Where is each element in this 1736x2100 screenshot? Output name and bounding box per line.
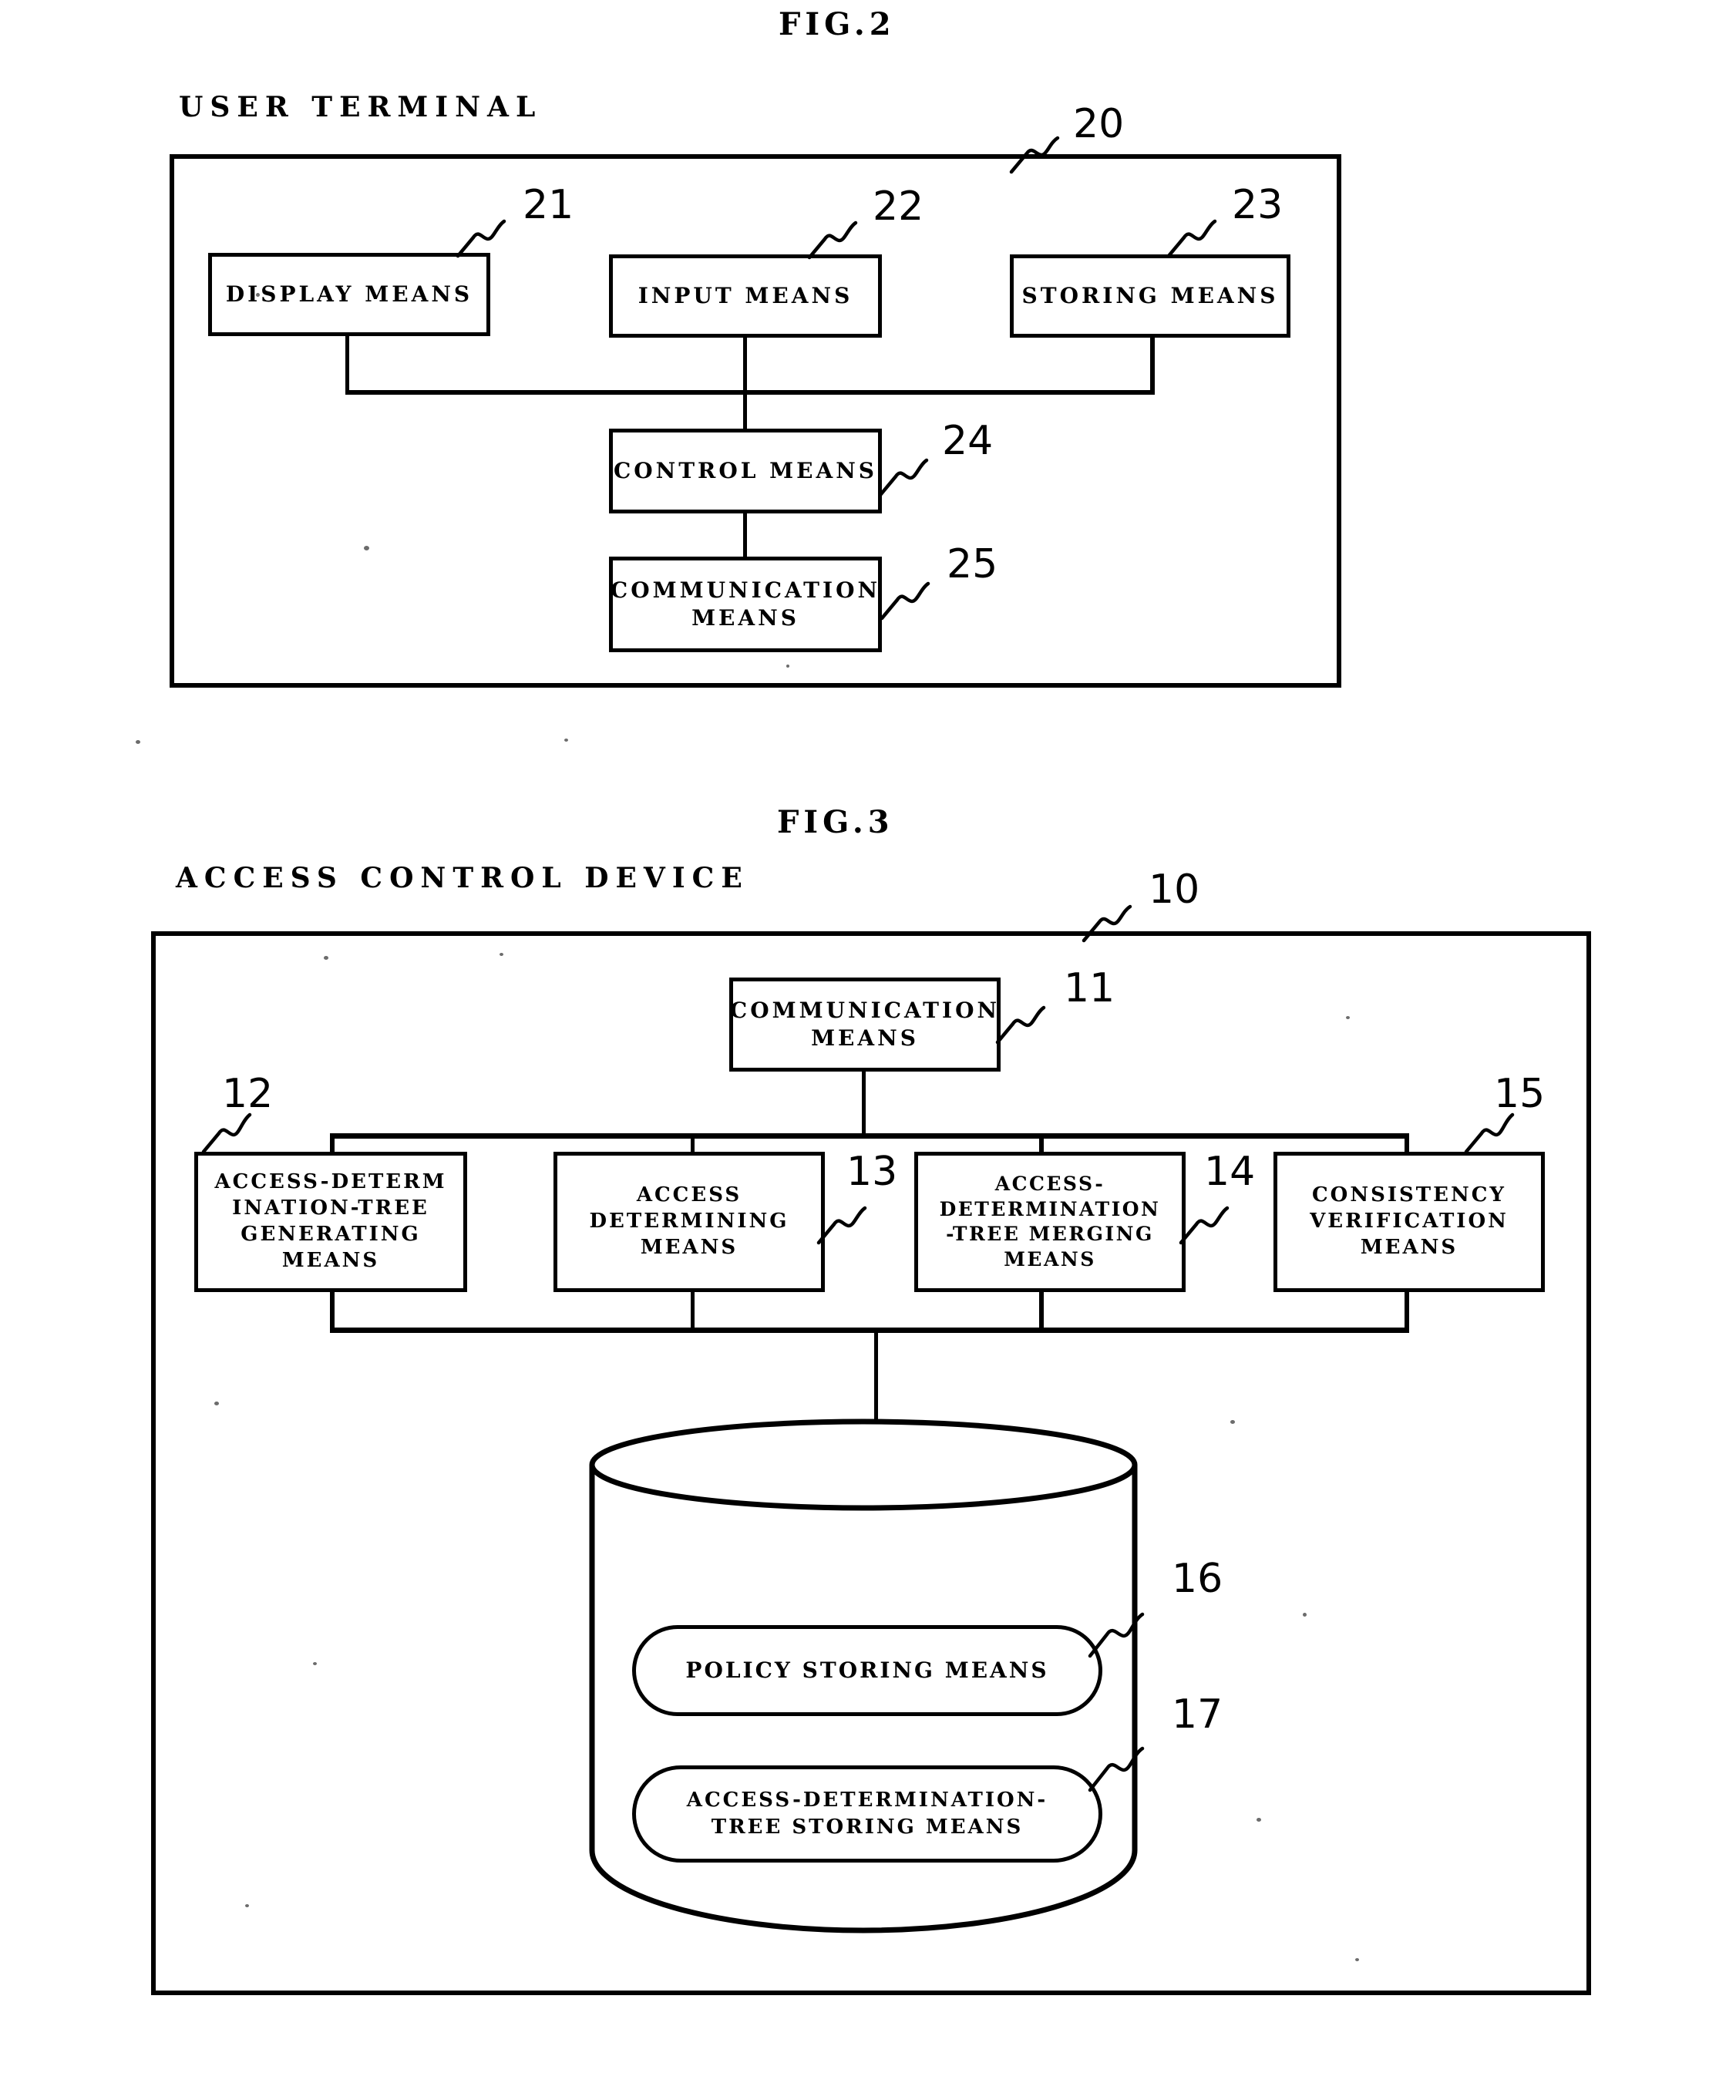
- scan-speckle: [136, 740, 140, 744]
- fig2-wire-display-stub: [345, 336, 349, 393]
- fig2-wire-input-to-control: [743, 338, 747, 430]
- scan-speckle: [324, 956, 328, 960]
- ref-number-25: 25: [947, 541, 998, 587]
- leader-line-10: [1082, 904, 1159, 943]
- ref-number-16: 16: [1172, 1556, 1223, 1602]
- fig2-title: FIG.2: [779, 6, 896, 42]
- leader-line-24: [878, 456, 956, 497]
- fig2-wire-control-to-communication: [743, 512, 747, 558]
- fig2-box-input-means: INPUT MEANS: [609, 254, 882, 338]
- scan-speckle: [786, 665, 789, 668]
- scan-speckle: [1303, 1613, 1307, 1617]
- fig3-wire-bottom-bus: [330, 1328, 1409, 1333]
- leader-line-13: [816, 1204, 894, 1245]
- fig3-wire-up-12: [330, 1292, 335, 1331]
- fig3-pill-access-determination-tree-storing-means: ACCESS-DETERMINATION- TREE STORING MEANS: [632, 1765, 1102, 1863]
- scan-speckle: [364, 546, 369, 550]
- fig3-caption: ACCESS CONTROL DEVICE: [176, 862, 749, 894]
- leader-line-23: [1166, 217, 1244, 258]
- fig3-box-access-determination-tree-generating-means: ACCESS-DETERM INATION-TREE GENERATING ME…: [194, 1152, 467, 1292]
- scan-speckle: [214, 1402, 219, 1405]
- fig2-box-storing-means: STORING MEANS: [1010, 254, 1290, 338]
- fig3-wire-comm-to-topbus: [862, 1072, 866, 1136]
- scan-speckle: [256, 293, 260, 297]
- scan-speckle: [564, 739, 568, 742]
- scan-speckle: [1257, 1818, 1261, 1822]
- ref-number-14: 14: [1204, 1149, 1256, 1195]
- fig2-wire-storing-stub: [1150, 338, 1155, 393]
- fig3-box-access-determination-tree-merging-means: ACCESS- DETERMINATION -TREE MERGING MEAN…: [914, 1152, 1186, 1292]
- ref-number-13: 13: [846, 1149, 898, 1195]
- leader-line-25: [880, 580, 957, 621]
- leader-line-15: [1464, 1110, 1542, 1154]
- fig2-box-control-means: CONTROL MEANS: [609, 429, 882, 513]
- fig3-title: FIG.3: [777, 804, 894, 840]
- fig3-wire-up-15: [1405, 1292, 1409, 1331]
- scan-speckle: [1230, 1420, 1235, 1424]
- scan-speckle: [1355, 1958, 1359, 1961]
- scan-speckle: [1346, 1016, 1350, 1019]
- ref-number-17: 17: [1172, 1691, 1223, 1738]
- fig3-box-access-determining-means: ACCESS DETERMINING MEANS: [553, 1152, 825, 1292]
- scan-speckle: [313, 1662, 317, 1665]
- fig3-wire-up-13: [691, 1292, 695, 1331]
- fig2-caption: USER TERMINAL: [179, 91, 543, 123]
- patent-drawing-sheet: FIG.2 USER TERMINAL 20 DISPLAY MEANS 21 …: [0, 0, 1736, 2100]
- leader-line-20: [1009, 135, 1087, 174]
- leader-line-12: [201, 1110, 279, 1154]
- fig3-wire-up-14: [1039, 1292, 1044, 1331]
- leader-line-17: [1088, 1744, 1181, 1792]
- fig2-box-communication-means: COMMUNICATION MEANS: [609, 557, 882, 652]
- ref-number-11: 11: [1064, 965, 1115, 1011]
- ref-number-12: 12: [222, 1071, 274, 1117]
- fig3-box-consistency-verification-means: CONSISTENCY VERIFICATION MEANS: [1273, 1152, 1545, 1292]
- ref-number-24: 24: [942, 418, 994, 464]
- fig3-box-communication-means: COMMUNICATION MEANS: [729, 978, 1001, 1072]
- ref-number-15: 15: [1494, 1071, 1546, 1117]
- leader-line-11: [995, 1004, 1073, 1045]
- scan-speckle: [245, 1904, 249, 1907]
- leader-line-22: [807, 219, 885, 260]
- fig2-box-display-means: DISPLAY MEANS: [208, 253, 490, 336]
- leader-line-16: [1088, 1610, 1181, 1658]
- fig3-pill-policy-storing-means: POLICY STORING MEANS: [632, 1625, 1102, 1716]
- leader-line-14: [1179, 1204, 1257, 1245]
- leader-line-21: [456, 217, 533, 258]
- fig2-wire-bus: [345, 390, 1155, 395]
- scan-speckle: [500, 953, 503, 956]
- fig3-wire-top-bus: [330, 1133, 1409, 1139]
